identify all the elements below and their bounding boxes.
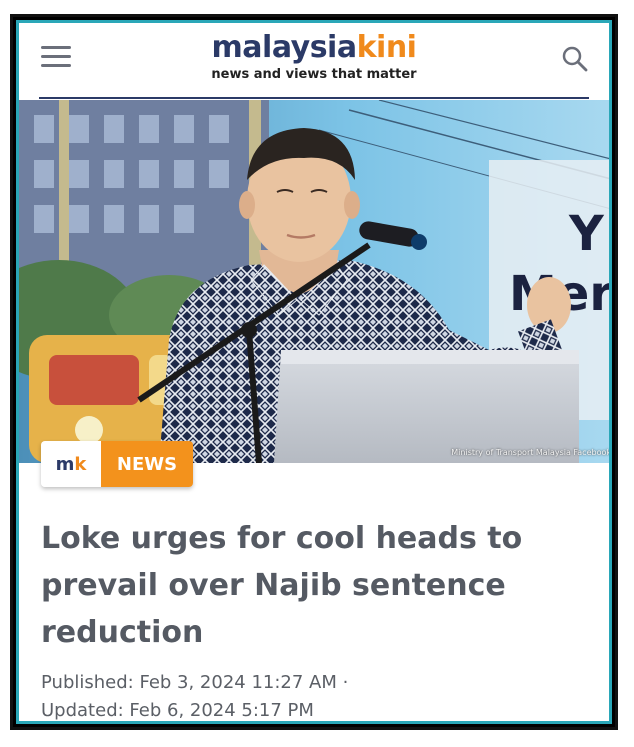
search-icon[interactable] [561,45,589,73]
backdrop-text-1: Y [568,206,605,262]
published-date: Published: Feb 3, 2024 11:27 AM · [41,672,349,693]
site-logo[interactable]: malaysiakini news and views that matter [19,31,609,83]
updated-date: Updated: Feb 6, 2024 5:17 PM [41,700,314,721]
screenshot-frame: malaysiakini news and views that matter [10,14,618,730]
article-meta: Published: Feb 3, 2024 11:27 AM · Update… [41,669,601,721]
logo-malaysia: malaysia [211,30,358,65]
logo-kini: kini [356,30,417,65]
logo-tagline: news and views that matter [211,67,417,82]
news-badge[interactable]: mk NEWS [41,441,193,487]
article-photo[interactable]: Y Mer [19,100,611,463]
site-header: malaysiakini news and views that matter [19,23,609,98]
article-headline: Loke urges for cool heads to prevail ove… [41,521,523,650]
article-card: malaysiakini news and views that matter [16,20,612,724]
mk-logo-m: m [55,453,75,475]
news-category-label[interactable]: NEWS [101,441,193,487]
mk-logo: mk [41,441,101,487]
photo-credit: Ministry of Transport Malaysia Facebook [451,448,611,457]
header-divider [39,97,589,99]
mk-logo-k: k [74,453,87,475]
